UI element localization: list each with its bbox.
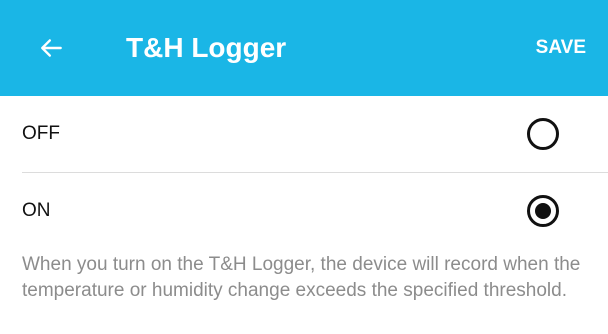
save-button[interactable]: SAVE bbox=[536, 30, 586, 66]
page-title: T&H Logger bbox=[126, 32, 287, 63]
option-on-label: ON bbox=[22, 200, 51, 221]
radio-off-unselected[interactable] bbox=[526, 117, 560, 151]
tnh-logger-screen: T&H Logger SAVE OFF ON When you turn on … bbox=[0, 0, 608, 334]
description-text: When you turn on the T&H Logger, the dev… bbox=[22, 254, 581, 301]
back-button[interactable] bbox=[28, 24, 76, 72]
app-bar: T&H Logger SAVE bbox=[0, 0, 608, 96]
option-off-row[interactable]: OFF bbox=[0, 96, 608, 172]
option-off-label: OFF bbox=[22, 123, 60, 144]
option-on-row[interactable]: ON bbox=[0, 173, 608, 249]
radio-on-selected[interactable] bbox=[526, 194, 560, 228]
arrow-left-icon bbox=[41, 39, 62, 57]
